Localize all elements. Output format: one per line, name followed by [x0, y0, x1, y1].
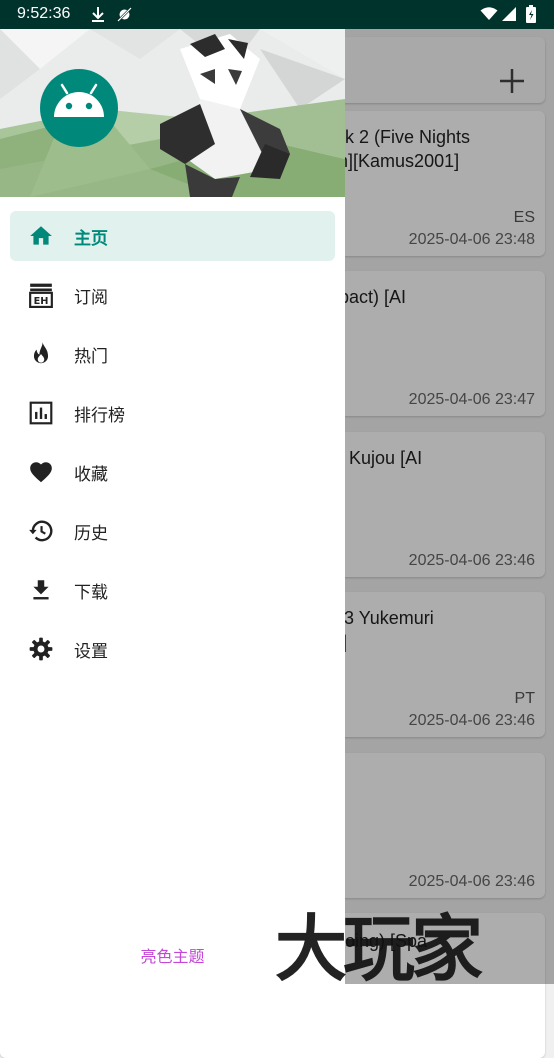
cellular-signal-icon: [502, 7, 516, 21]
svg-text:EH: EH: [34, 296, 49, 307]
drawer-item-downloads[interactable]: 下载: [10, 565, 335, 615]
drawer-item-label: 下载: [74, 583, 108, 603]
drawer-item-label: 收藏: [74, 465, 108, 485]
drawer-item-label: 订阅: [74, 288, 108, 308]
drawer-item-label: 设置: [74, 642, 108, 662]
drawer-item-settings[interactable]: 设置: [10, 624, 335, 674]
navigation-drawer: 主页 EH 订阅 热门 排行榜 收藏 历史 下载 设置 亮色主题: [0, 29, 345, 984]
bar-chart-icon: [29, 401, 53, 425]
download-notification-icon: [92, 7, 104, 22]
eh-subscription-icon: EH: [29, 283, 53, 308]
drawer-item-history[interactable]: 历史: [10, 506, 335, 556]
status-bar: 9:52:36: [0, 0, 554, 29]
wifi-icon: [480, 7, 498, 20]
android-robot-icon: [54, 83, 104, 117]
home-icon: [30, 226, 52, 245]
heart-icon: [30, 462, 52, 483]
drawer-item-home[interactable]: 主页: [10, 211, 335, 261]
drawer-header-banner: [0, 29, 345, 197]
drawer-item-subscription[interactable]: EH 订阅: [10, 270, 335, 320]
drawer-item-label: 主页: [74, 229, 108, 249]
status-time: 9:52:36: [17, 5, 71, 22]
notification-muted-icon: [117, 7, 132, 22]
gear-icon: [29, 637, 53, 661]
drawer-item-label: 热门: [74, 347, 108, 367]
fire-icon: [33, 342, 49, 364]
history-icon: [29, 520, 53, 542]
drawer-item-label: 历史: [74, 524, 108, 544]
watermark-logo: 大玩家: [275, 907, 483, 991]
drawer-item-leaderboard[interactable]: 排行榜: [10, 388, 335, 438]
drawer-item-popular[interactable]: 热门: [10, 329, 335, 379]
user-avatar[interactable]: [40, 69, 118, 147]
drawer-item-label: 排行榜: [74, 406, 125, 426]
drawer-item-favorites[interactable]: 收藏: [10, 447, 335, 497]
download-icon: [33, 580, 49, 600]
battery-icon: [526, 5, 536, 23]
